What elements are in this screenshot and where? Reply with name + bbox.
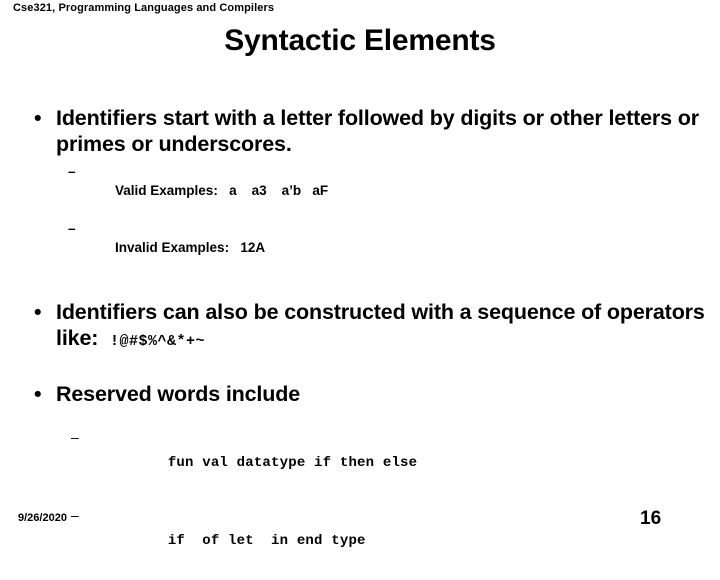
- bullet-glyph-icon: •: [34, 106, 42, 130]
- sub-bullet-group-1: – Valid Examples: a a3 a’b aF – Invalid Ex…: [0, 162, 720, 276]
- bullet-item-1-text: Identifiers start with a letter followed…: [56, 106, 699, 156]
- sub-bullet-invalid-examples: – Invalid Examples: 12A: [0, 219, 720, 276]
- reserved-words-group: – fun val datatype if then else – if of le…: [0, 424, 720, 580]
- bullet-item-3: • Reserved words include: [0, 381, 720, 407]
- operator-sequence: !@#$%^&*+~: [109, 333, 205, 350]
- slide-header: Cse321, Programming Languages and Compil…: [13, 2, 275, 14]
- dash-glyph-icon: –: [71, 507, 79, 523]
- page-title: Syntactic Elements: [224, 24, 496, 57]
- reserved-words-line-1: – fun val datatype if then else: [0, 424, 720, 502]
- bullet-glyph-icon: •: [34, 300, 42, 324]
- sub-bullet-valid-examples-values: a a3 a’b aF: [229, 183, 329, 198]
- dash-glyph-icon: –: [68, 164, 76, 179]
- slide-body: • Identifiers start with a letter follow…: [0, 105, 720, 580]
- reserved-words-line-2-text: if of let in end type: [167, 533, 366, 549]
- bullet-item-2-text: Identifiers can also be constructed with…: [56, 299, 720, 355]
- bullet-item-1: • Identifiers start with a letter follow…: [0, 105, 720, 157]
- bullet-item-3-text: Reserved words include: [56, 382, 301, 406]
- dash-glyph-icon: –: [68, 221, 76, 236]
- sub-bullet-valid-examples-label: Valid Examples:: [115, 183, 218, 198]
- reserved-words-line-1-text: fun val datatype if then else: [167, 455, 418, 471]
- sub-bullet-valid-examples: – Valid Examples: a a3 a’b aF: [0, 162, 720, 219]
- sub-bullet-invalid-examples-values: 12A: [240, 240, 266, 255]
- dash-glyph-icon: –: [71, 429, 79, 445]
- slide: Cse321, Programming Languages and Compil…: [0, 0, 720, 549]
- bullet-item-2: • Identifiers can also be constructed wi…: [0, 299, 720, 355]
- reserved-words-line-2: – if of let in end type: [0, 502, 720, 580]
- footer-date: 9/26/2020: [18, 512, 67, 524]
- bullet-glyph-icon: •: [34, 382, 42, 406]
- sub-bullet-invalid-examples-label: Invalid Examples:: [115, 240, 230, 255]
- footer-page-number: 16: [640, 508, 662, 529]
